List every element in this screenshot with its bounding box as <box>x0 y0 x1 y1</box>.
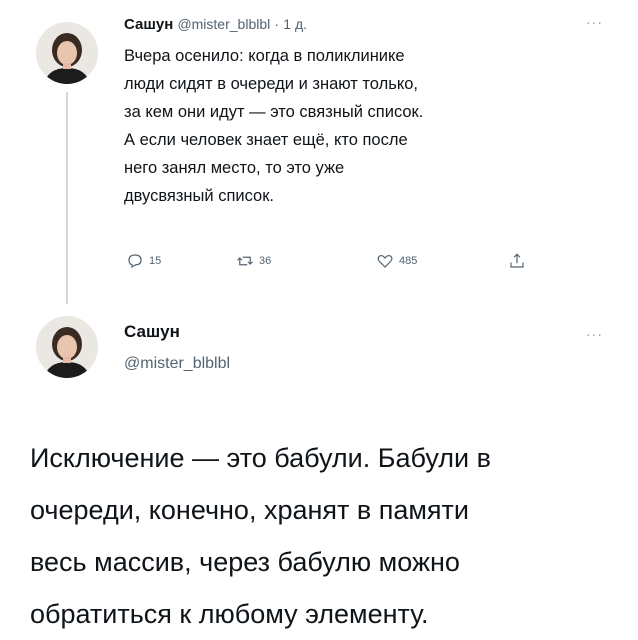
tweet-text-line: Исключение — это бабули. Бабули в <box>30 443 491 473</box>
tweet-text-line: люди сидят в очереди и знают только, <box>124 75 418 93</box>
tweet-text-line: Вчера осенило: когда в поликлинике <box>124 47 405 65</box>
reply-button[interactable]: 15 <box>126 252 161 270</box>
reply-tweet-header: Сашун @mister_blblbl · 1 д. <box>124 16 307 33</box>
reply-count: 15 <box>149 255 162 267</box>
tweet-text-line: А если человек знает ещё, кто после <box>124 131 408 149</box>
header-separator: · <box>274 16 280 32</box>
tweet-text-line: очереди, конечно, хранят в памяти <box>30 495 469 525</box>
avatar-image <box>36 316 98 378</box>
tweet-text-line: обратиться к любому элементу. <box>30 599 429 629</box>
main-tweet-text: Исключение — это бабули. Бабули в очеред… <box>30 432 630 640</box>
avatar[interactable] <box>36 316 98 378</box>
reply-tweet-text: Вчера осенило: когда в поликлинике люди … <box>124 42 604 210</box>
tweet-text-line: двусвязный список. <box>124 187 275 205</box>
share-icon <box>510 253 524 268</box>
retweet-button[interactable]: 36 <box>236 252 271 270</box>
like-button[interactable]: 485 <box>376 252 417 270</box>
avatar[interactable] <box>36 22 98 84</box>
share-button[interactable] <box>508 252 526 270</box>
more-options-button[interactable]: ··· <box>586 326 603 342</box>
author-name[interactable]: Сашун <box>124 16 173 33</box>
tweet-thread: Сашун @mister_blblbl · 1 д. ··· Вчера ос… <box>0 0 638 640</box>
tweet-timestamp[interactable]: 1 д. <box>283 16 307 32</box>
tweet-text-line: весь массив, через бабулю можно <box>30 547 460 577</box>
reply-icon <box>128 254 142 269</box>
more-options-button[interactable]: ··· <box>586 14 603 30</box>
tweet-text-line: него занял место, то это уже <box>124 159 345 177</box>
tweet-text-line: за кем они идут — это связный список. <box>124 103 424 121</box>
retweet-count: 36 <box>259 255 272 267</box>
avatar-image <box>36 22 98 84</box>
thread-connector-line <box>66 92 68 304</box>
retweet-icon <box>237 256 253 266</box>
author-name[interactable]: Сашун <box>124 322 180 342</box>
author-handle[interactable]: @mister_blblbl <box>177 16 270 32</box>
like-count: 485 <box>399 255 418 267</box>
author-handle[interactable]: @mister_blblbl <box>124 355 230 373</box>
heart-icon <box>377 254 393 268</box>
